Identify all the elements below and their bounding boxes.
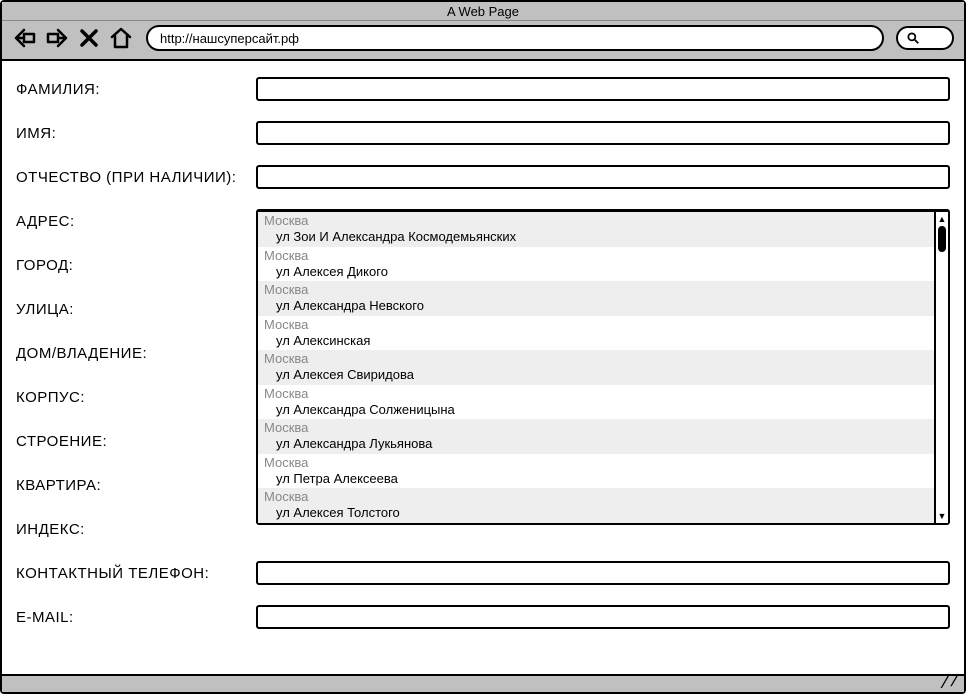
suggestions-scrollbar[interactable]: ▲ ▼ — [934, 212, 948, 523]
home-icon[interactable] — [108, 25, 134, 51]
house-label: ДОМ/ВЛАДЕНИЕ: — [16, 345, 256, 362]
patronymic-input[interactable] — [256, 165, 950, 189]
forward-icon[interactable] — [44, 25, 70, 51]
stop-icon[interactable] — [76, 25, 102, 51]
suggestion-city: Москва — [264, 386, 928, 402]
email-input[interactable] — [256, 605, 950, 629]
suggestion-item[interactable]: Москваул Александра Невского — [258, 281, 934, 316]
suggestion-item[interactable]: Москваул Александра Лукьянова — [258, 419, 934, 454]
suggestion-city: Москва — [264, 420, 928, 436]
browser-window: A Web Page http://нашсуперсайт.рф — [0, 0, 966, 694]
scroll-thumb[interactable] — [938, 226, 946, 252]
search-button[interactable] — [896, 26, 954, 50]
suggestion-item[interactable]: Москваул Зои И Александра Космодемьянски… — [258, 212, 934, 247]
lastname-input[interactable] — [256, 77, 950, 101]
city-label: ГОРОД: — [16, 257, 256, 274]
phone-label: КОНТАКТНЫЙ ТЕЛЕФОН: — [16, 565, 256, 582]
suggestion-street: ул Петра Алексеева — [264, 471, 928, 487]
suggestion-item[interactable]: Москваул Алексея Свиридова — [258, 350, 934, 385]
suggestion-city: Москва — [264, 489, 928, 505]
phone-input[interactable] — [256, 561, 950, 585]
lastname-label: ФАМИЛИЯ: — [16, 81, 256, 98]
scroll-up-icon[interactable]: ▲ — [936, 212, 948, 226]
korpus-label: КОРПУС: — [16, 389, 256, 406]
suggestion-street: ул Алексея Толстого — [264, 505, 928, 521]
suggestion-street: ул Александра Невского — [264, 298, 928, 314]
apartment-label: КВАРТИРА: — [16, 477, 256, 494]
suggestion-city: Москва — [264, 455, 928, 471]
back-icon[interactable] — [12, 25, 38, 51]
status-bar: ⟋⟋ — [2, 674, 964, 692]
building-label: СТРОЕНИЕ: — [16, 433, 256, 450]
suggestion-item[interactable]: Москваул Петра Алексеева — [258, 454, 934, 489]
suggestion-item[interactable]: Москваул Алексея Толстого — [258, 488, 934, 523]
suggestion-street: ул Зои И Александра Космодемьянских — [264, 229, 928, 245]
suggestion-city: Москва — [264, 213, 928, 229]
street-label: УЛИЦА: — [16, 301, 256, 318]
firstname-label: ИМЯ: — [16, 125, 256, 142]
suggestion-street: ул Алексея Дикого — [264, 264, 928, 280]
scroll-down-icon[interactable]: ▼ — [936, 509, 948, 523]
window-title: A Web Page — [2, 2, 964, 21]
browser-toolbar: http://нашсуперсайт.рф — [2, 21, 964, 61]
url-input[interactable]: http://нашсуперсайт.рф — [146, 25, 884, 51]
suggestion-city: Москва — [264, 317, 928, 333]
suggestion-street: ул Алексея Свиридова — [264, 367, 928, 383]
suggestion-street: ул Александра Лукьянова — [264, 436, 928, 452]
suggestion-item[interactable]: Москваул Александра Солженицына — [258, 385, 934, 420]
patronymic-label: ОТЧЕСТВО (ПРИ НАЛИЧИИ): — [16, 169, 256, 186]
address-label: АДРЕС: — [16, 213, 256, 230]
suggestion-street: ул Александра Солженицына — [264, 402, 928, 418]
address-suggestions-dropdown: Москваул Зои И Александра Космодемьянски… — [256, 210, 950, 525]
email-label: E-MAIL: — [16, 609, 256, 626]
suggestion-item[interactable]: Москваул Алексинская — [258, 316, 934, 351]
resize-grip-icon[interactable]: ⟋⟋ — [939, 671, 961, 691]
suggestion-city: Москва — [264, 248, 928, 264]
index-label: ИНДЕКС: — [16, 521, 256, 538]
suggestion-city: Москва — [264, 282, 928, 298]
suggestion-city: Москва — [264, 351, 928, 367]
firstname-input[interactable] — [256, 121, 950, 145]
page-content: ФАМИЛИЯ: ИМЯ: ОТЧЕСТВО (ПРИ НАЛИЧИИ): АД… — [2, 61, 964, 674]
suggestions-list: Москваул Зои И Александра Космодемьянски… — [258, 212, 934, 523]
suggestion-street: ул Алексинская — [264, 333, 928, 349]
suggestion-item[interactable]: Москваул Алексея Дикого — [258, 247, 934, 282]
